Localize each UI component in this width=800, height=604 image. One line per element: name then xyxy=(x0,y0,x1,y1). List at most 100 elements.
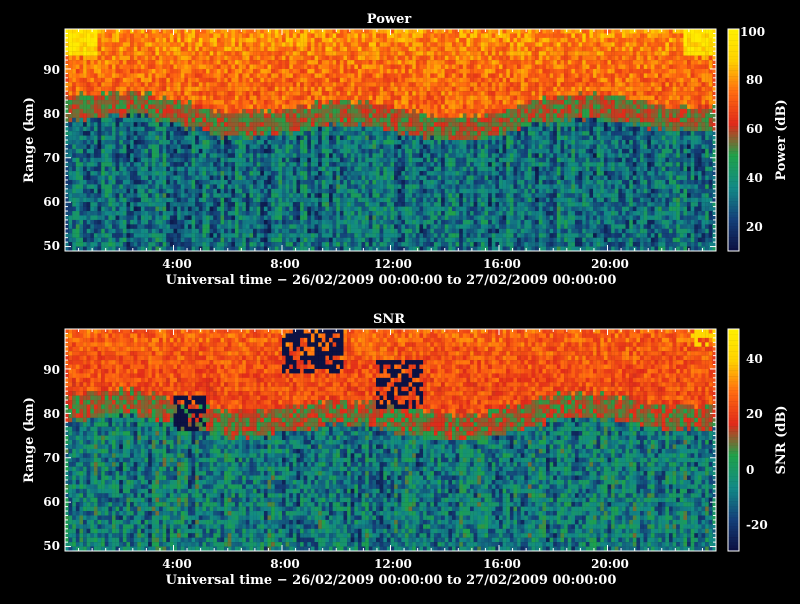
power-heat-cell xyxy=(354,202,359,207)
power-heat-cell xyxy=(310,46,315,52)
power-heat-cell xyxy=(282,202,286,207)
power-heat-cell xyxy=(90,33,95,39)
power-heat-cell xyxy=(397,126,402,132)
power-heat-cell xyxy=(419,193,424,198)
power-heat-cell xyxy=(104,37,109,43)
power-heat-cell xyxy=(184,77,189,83)
power-heat-cell xyxy=(159,237,163,243)
power-heat-cell xyxy=(159,175,163,181)
power-heat-cell xyxy=(354,46,359,52)
power-heat-cell xyxy=(249,29,254,34)
power-heat-cell xyxy=(166,224,171,229)
power-heat-cell xyxy=(412,171,416,176)
power-heat-cell xyxy=(104,42,109,47)
power-heat-cell xyxy=(321,211,326,216)
power-heat-cell xyxy=(256,46,261,52)
power-heat-cell xyxy=(184,73,189,78)
power-heat-cell xyxy=(224,228,228,234)
power-heat-cell xyxy=(195,95,199,101)
power-heat-cell xyxy=(90,144,95,150)
power-heat-cell xyxy=(216,171,221,176)
power-heat-cell xyxy=(206,100,210,105)
power-heat-cell xyxy=(310,233,315,238)
power-heat-cell xyxy=(253,162,257,167)
power-heat-cell xyxy=(86,37,91,43)
power-heat-cell xyxy=(372,113,377,118)
power-heat-cell xyxy=(412,100,416,105)
power-heat-cell xyxy=(151,73,156,78)
power-heat-cell xyxy=(209,153,214,158)
power-heat-cell xyxy=(249,82,254,87)
power-heat-cell xyxy=(245,117,250,123)
power-heat-cell xyxy=(191,242,196,247)
power-heat-cell xyxy=(310,29,315,34)
power-heat-cell xyxy=(390,46,395,52)
power-heat-cell xyxy=(155,131,160,136)
power-heat-cell xyxy=(368,73,373,78)
power-heat-cell xyxy=(108,197,113,203)
power-heat-cell xyxy=(65,197,69,203)
power-heat-cell xyxy=(397,242,402,247)
power-heat-cell xyxy=(361,148,366,154)
power-heat-cell xyxy=(267,60,272,65)
power-heat-cell xyxy=(325,228,330,234)
power-heat-cell xyxy=(394,224,398,229)
power-heat-cell xyxy=(65,104,69,110)
power-heat-cell xyxy=(292,104,297,110)
power-heat-cell xyxy=(394,228,398,234)
power-heat-cell xyxy=(260,37,265,43)
power-heat-cell xyxy=(122,82,127,87)
power-heat-cell xyxy=(216,68,221,74)
power-heat-cell xyxy=(79,242,84,247)
power-heat-cell xyxy=(115,37,120,43)
power-heat-cell xyxy=(155,86,160,92)
power-heat-cell xyxy=(292,184,297,189)
power-heat-cell xyxy=(155,55,160,61)
power-heat-cell xyxy=(166,197,171,203)
power-heat-cell xyxy=(93,42,98,47)
power-heat-cell xyxy=(86,91,91,96)
power-heat-cell xyxy=(112,140,116,145)
power-heat-cell xyxy=(72,224,76,229)
power-heat-cell xyxy=(365,224,369,229)
power-heat-cell xyxy=(97,162,102,167)
power-heatmap xyxy=(65,29,717,252)
power-heat-cell xyxy=(292,64,297,70)
power-heat-cell xyxy=(93,242,98,247)
power-heat-cell xyxy=(350,135,355,141)
power-heat-cell xyxy=(314,135,319,141)
power-heat-cell xyxy=(180,46,185,52)
power-heat-cell xyxy=(133,51,138,56)
power-heat-cell xyxy=(151,219,156,225)
power-heat-cell xyxy=(216,202,221,207)
power-heat-cell xyxy=(130,202,134,207)
power-heat-cell xyxy=(372,104,377,110)
power-heat-cell xyxy=(253,166,257,172)
power-heat-cell xyxy=(310,86,315,92)
power-heat-cell xyxy=(173,211,178,216)
power-heat-cell xyxy=(390,64,395,70)
power-heat-cell xyxy=(242,51,246,56)
power-heat-cell xyxy=(115,100,120,105)
power-heat-cell xyxy=(119,211,124,216)
power-heat-cell xyxy=(75,237,80,243)
power-heat-cell xyxy=(104,157,109,163)
power-heat-cell xyxy=(83,29,87,34)
power-heat-cell xyxy=(372,242,377,247)
power-heat-cell xyxy=(191,135,196,141)
power-heat-cell xyxy=(187,108,192,114)
power-heat-cell xyxy=(148,60,152,65)
power-heat-cell xyxy=(278,131,283,136)
power-heat-cell xyxy=(184,175,189,181)
power-heat-cell xyxy=(394,91,398,96)
power-heat-cell xyxy=(119,55,124,61)
power-heat-cell xyxy=(224,233,228,238)
power-heat-cell xyxy=(75,148,80,154)
power-heat-cell xyxy=(415,117,420,123)
power-heat-cell xyxy=(310,215,315,221)
power-heat-cell xyxy=(187,153,192,158)
power-heat-cell xyxy=(357,60,362,65)
power-heat-cell xyxy=(72,179,76,185)
power-heat-cell xyxy=(350,237,355,243)
power-heat-cell xyxy=(267,184,272,189)
